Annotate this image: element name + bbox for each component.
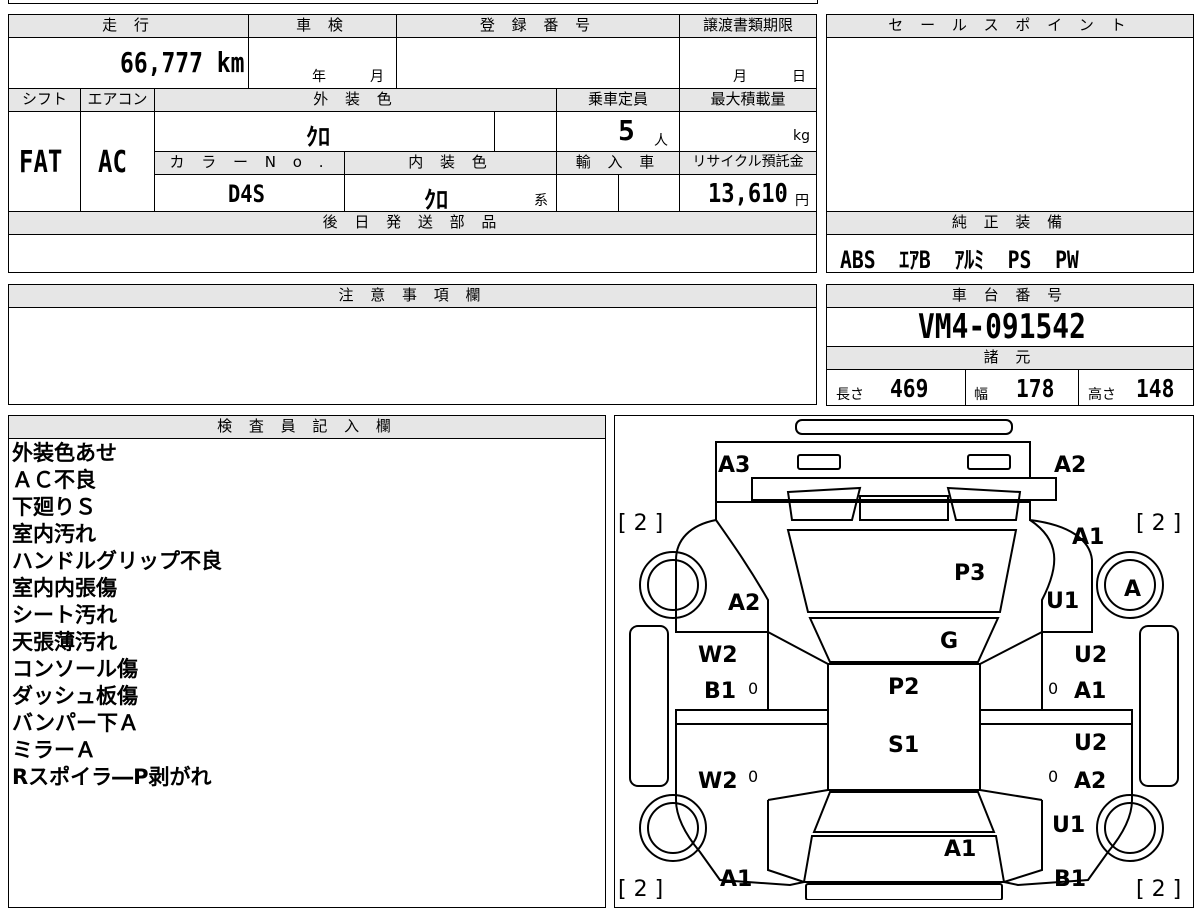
front-left-lamp-shape [797, 454, 841, 470]
right-pillar-shape [979, 631, 1043, 801]
label-zero-rr: 0 [1048, 767, 1058, 786]
label-tire-fr: [ 2 ] [1136, 511, 1181, 536]
right-door-divider [980, 709, 1132, 725]
label-zero-rl: 0 [748, 767, 758, 786]
label-fender-right-a: A1 [1072, 525, 1104, 550]
left-door-divider [676, 709, 828, 725]
car-diagram: A3 A2 [ 2 ] [ 2 ] A2 A1 U1 A P3 G P2 S1 … [618, 419, 1181, 900]
label-trunk: A1 [944, 837, 976, 862]
windshield-shape [808, 617, 1000, 663]
label-front-left: A3 [718, 453, 750, 478]
label-roof: P2 [888, 675, 919, 700]
label-rear-left: A1 [720, 867, 752, 892]
left-pillar-shape [767, 631, 829, 801]
label-roof-rear: S1 [888, 733, 919, 758]
label-wheel-right: A [1124, 577, 1141, 602]
right-mirror-shape [1139, 625, 1179, 787]
label-door-rr-a: U2 [1074, 731, 1107, 756]
wheel-rr-shape [1096, 794, 1164, 862]
left-mirror-shape [629, 625, 669, 787]
front-right-lamp-shape [967, 454, 1011, 470]
wheel-fl-shape [639, 551, 707, 619]
wheel-rl-inner-shape [647, 802, 699, 854]
label-door-fl-a: W2 [698, 643, 738, 668]
label-door-fr-b: A1 [1074, 679, 1106, 704]
label-fender-right-b: U1 [1046, 589, 1079, 614]
label-door-rr-b: A2 [1074, 769, 1106, 794]
left-rear-quarter-shape [767, 800, 805, 883]
label-windshield: G [940, 629, 958, 654]
label-fender-left: A2 [728, 591, 760, 616]
label-tire-fl: [ 2 ] [618, 511, 663, 536]
rear-bumper-shape [805, 883, 1003, 900]
wheel-rl-shape [639, 794, 707, 862]
right-rear-quarter-shape [1003, 800, 1043, 883]
rear-window-shape [812, 791, 996, 833]
label-zero-fr: 0 [1048, 679, 1058, 698]
label-door-fl-b: B1 [704, 679, 736, 704]
label-tire-rl: [ 2 ] [618, 877, 663, 900]
right-front-fender-shape [1029, 519, 1056, 632]
label-quarter-right: U1 [1052, 813, 1085, 838]
label-rear-right: B1 [1054, 867, 1086, 892]
label-tire-rr: [ 2 ] [1136, 877, 1181, 900]
label-zero-fl: 0 [748, 679, 758, 698]
front-spoiler-shape [795, 419, 1013, 435]
label-front-right: A2 [1054, 453, 1086, 478]
label-hood: P3 [954, 561, 985, 586]
wheel-fl-inner-shape [647, 559, 699, 611]
label-door-fr-a: U2 [1074, 643, 1107, 668]
label-door-rl: W2 [698, 769, 738, 794]
